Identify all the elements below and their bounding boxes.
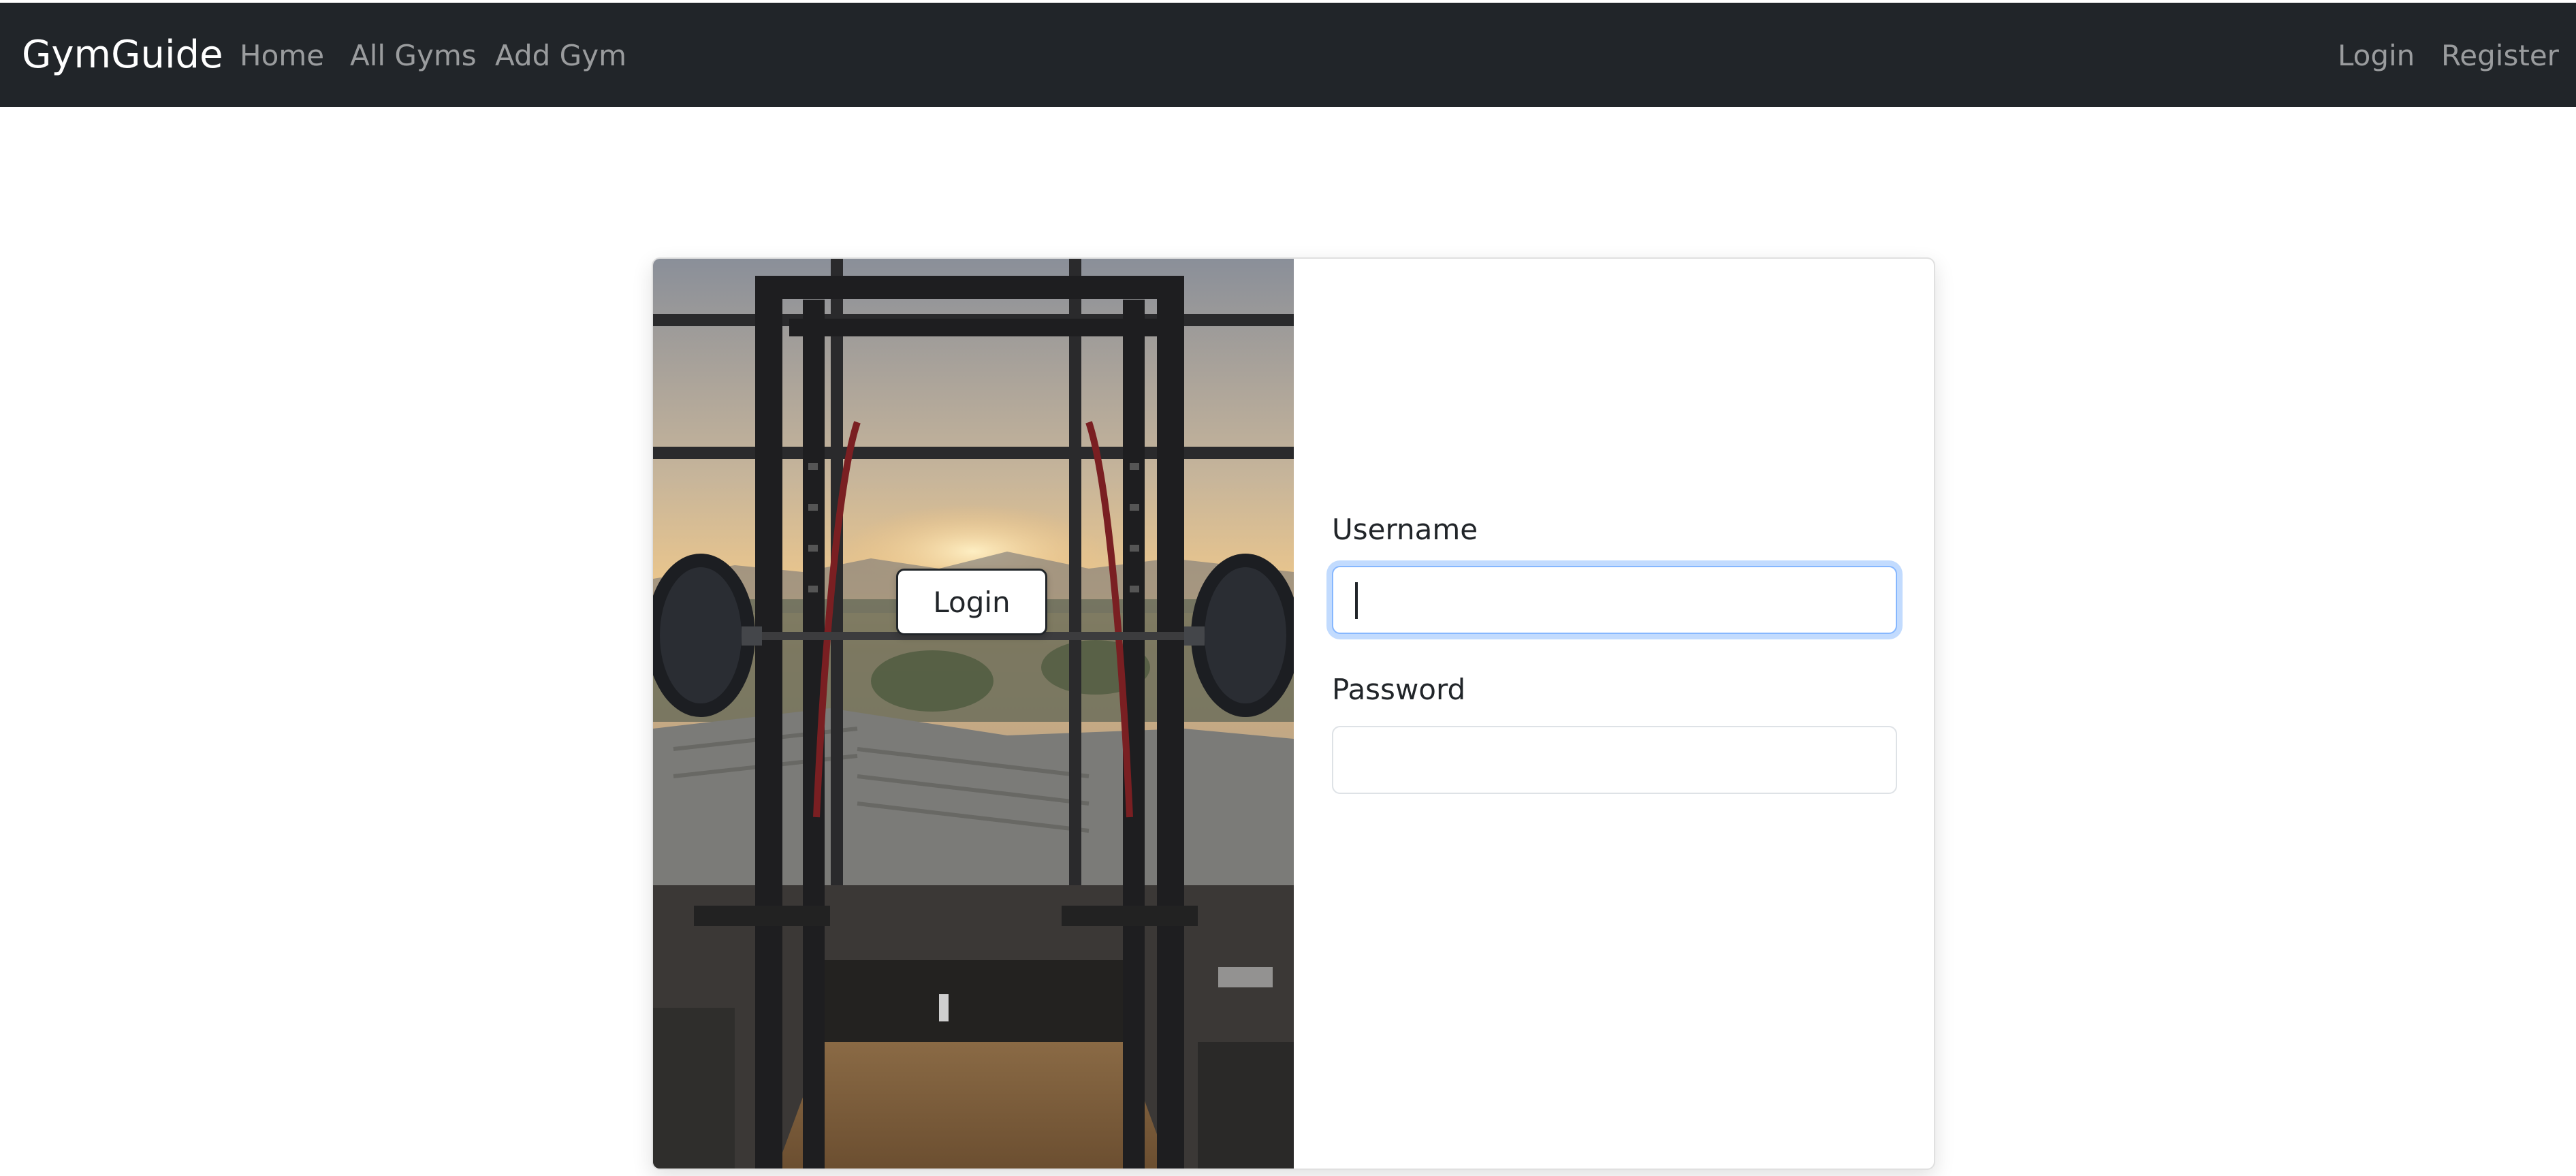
nav-all-gyms-link[interactable]: All Gyms (350, 35, 477, 76)
login-submit-button[interactable]: Login (896, 569, 1047, 635)
password-label: Password (1332, 673, 1466, 706)
text-caret (1355, 582, 1358, 619)
login-form: Username Password (1294, 259, 1934, 1169)
brand-logo[interactable]: GymGuide (22, 31, 223, 79)
nav-add-gym-link[interactable]: Add Gym (495, 35, 626, 76)
gym-power-rack-photo (653, 259, 1294, 1169)
nav-register-link[interactable]: Register (2441, 35, 2559, 76)
login-card: Username Password (652, 257, 1935, 1170)
nav-login-link[interactable]: Login (2338, 35, 2415, 76)
top-navbar: GymGuide Home All Gyms Add Gym Login Reg… (0, 0, 2576, 107)
username-label: Username (1332, 513, 1478, 546)
password-input[interactable] (1332, 726, 1897, 794)
nav-home-link[interactable]: Home (240, 35, 324, 76)
username-input[interactable] (1332, 566, 1897, 634)
